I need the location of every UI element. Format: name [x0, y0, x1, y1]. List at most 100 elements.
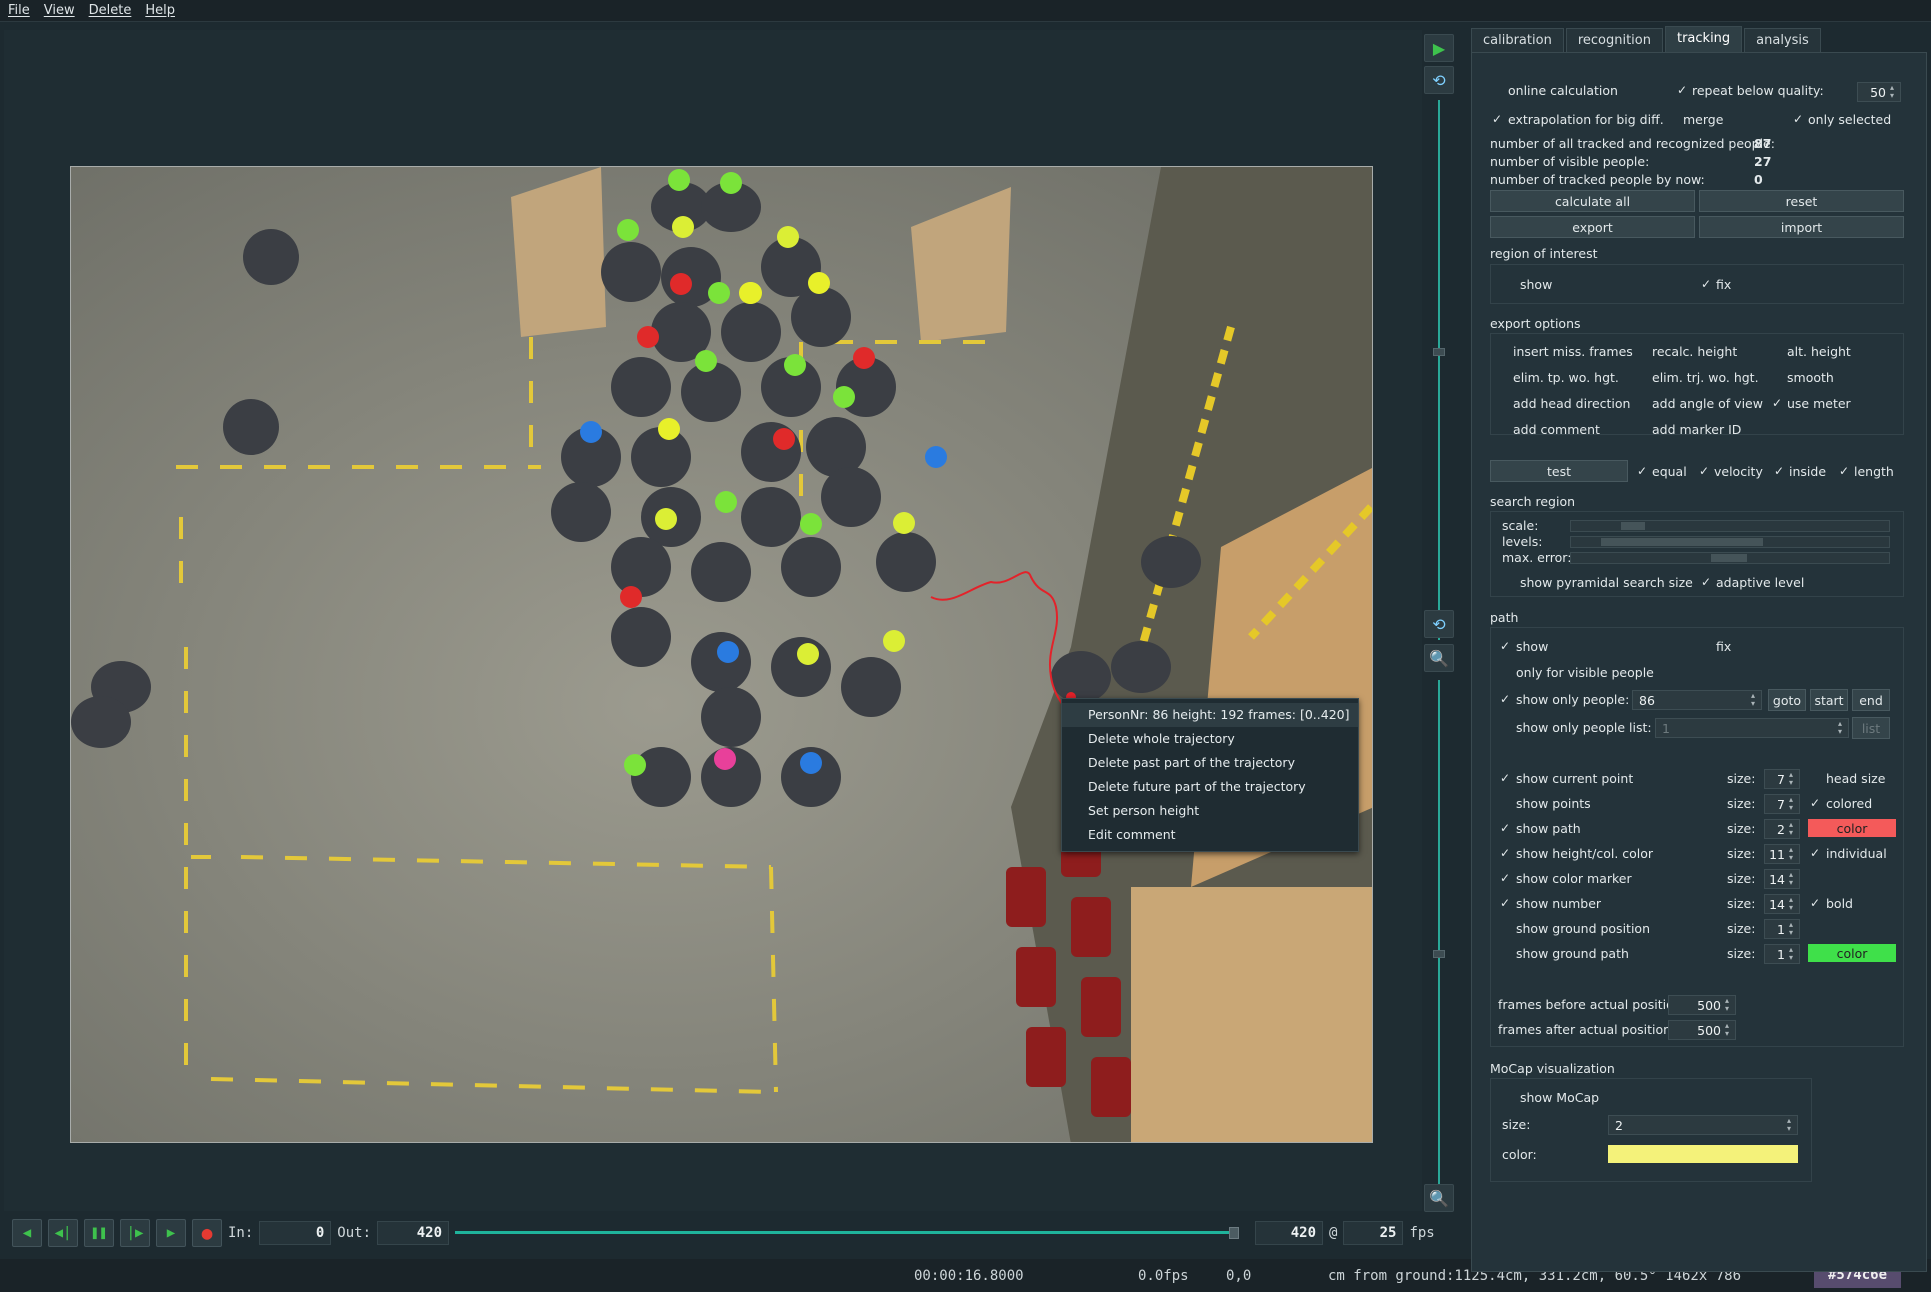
out-field[interactable]: 420 — [377, 1221, 450, 1245]
test-button[interactable]: test — [1490, 460, 1628, 482]
step-back-icon[interactable]: ◀| — [48, 1219, 78, 1247]
repeat-quality-checkbox[interactable]: ✓ — [1675, 83, 1689, 97]
fit-view-icon[interactable]: ⟲ — [1424, 610, 1454, 638]
zoom-slider-handle[interactable] — [1433, 950, 1445, 958]
people-list-field[interactable]: 1 — [1655, 718, 1849, 738]
frames-after-spinbox[interactable]: 500 — [1668, 1020, 1736, 1040]
path-row-checkbox[interactable]: ✓ — [1498, 871, 1512, 885]
goto-button[interactable]: goto — [1768, 689, 1806, 711]
add-head-direction-checkbox[interactable] — [1496, 396, 1510, 410]
equal-checkbox[interactable]: ✓ — [1635, 464, 1649, 478]
max-error-slider[interactable] — [1570, 552, 1890, 564]
pause-icon[interactable]: ❚❚ — [84, 1219, 114, 1247]
path-row-size-spinbox[interactable]: 7 — [1764, 769, 1800, 789]
show-only-list-checkbox[interactable] — [1498, 720, 1512, 734]
path-row-checkbox[interactable]: ✓ — [1498, 896, 1512, 910]
show-pyramidal-checkbox[interactable] — [1502, 575, 1516, 589]
repeat-quality-spinbox[interactable]: 50 — [1857, 82, 1901, 102]
zoom-slider-track[interactable] — [1438, 680, 1440, 1210]
path-row-checkbox[interactable]: ✓ — [1498, 846, 1512, 860]
frame-field[interactable]: 420 — [1255, 1221, 1324, 1245]
path-row-checkbox[interactable]: ✓ — [1498, 821, 1512, 835]
menu-file[interactable]: File — [8, 3, 30, 18]
use-meter-checkbox[interactable]: ✓ — [1770, 396, 1784, 410]
path-row-size-spinbox[interactable]: 11 — [1764, 844, 1800, 864]
import-button[interactable]: import — [1699, 216, 1904, 238]
online-calc-checkbox[interactable] — [1490, 83, 1504, 97]
rotation-slider-track[interactable] — [1438, 100, 1440, 640]
play-icon[interactable]: ▶ — [1424, 34, 1454, 62]
video-viewer[interactable]: PersonNr: 86 height: 192 frames: [0..420… — [4, 30, 1422, 1211]
path-row-extra-checkbox[interactable]: ✓ — [1808, 896, 1822, 910]
step-forward-icon[interactable]: |▶ — [120, 1219, 150, 1247]
export-button[interactable]: export — [1490, 216, 1695, 238]
add-comment-checkbox[interactable] — [1496, 422, 1510, 436]
frames-before-spinbox[interactable]: 500 — [1668, 995, 1736, 1015]
show-mocap-checkbox[interactable] — [1502, 1090, 1516, 1104]
alt-height-checkbox[interactable] — [1770, 344, 1784, 358]
path-row-checkbox[interactable] — [1498, 946, 1512, 960]
menu-edit-comment[interactable]: Edit comment — [1062, 823, 1358, 847]
skip-start-icon[interactable]: ◀ — [12, 1219, 42, 1247]
recalc-height-checkbox[interactable] — [1635, 344, 1649, 358]
menu-view[interactable]: View — [44, 3, 75, 18]
levels-slider[interactable] — [1570, 536, 1890, 548]
start-button[interactable]: start — [1810, 689, 1848, 711]
menu-set-person-height[interactable]: Set person height — [1062, 799, 1358, 823]
zoom-in-icon[interactable]: 🔍 — [1424, 644, 1454, 672]
menu-delete-past-trajectory[interactable]: Delete past part of the trajectory — [1062, 751, 1358, 775]
smooth-checkbox[interactable] — [1770, 370, 1784, 384]
path-row-size-spinbox[interactable]: 1 — [1764, 919, 1800, 939]
tab-recognition[interactable]: recognition — [1565, 28, 1663, 52]
adaptive-level-checkbox[interactable]: ✓ — [1699, 575, 1713, 589]
path-row-color-button[interactable]: color — [1808, 944, 1896, 962]
menu-delete-future-trajectory[interactable]: Delete future part of the trajectory — [1062, 775, 1358, 799]
path-show-checkbox[interactable]: ✓ — [1498, 639, 1512, 653]
end-button[interactable]: end — [1852, 689, 1890, 711]
tab-tracking[interactable]: tracking — [1664, 26, 1743, 52]
tab-calibration[interactable]: calibration — [1471, 28, 1564, 52]
path-row-color-button[interactable]: color — [1808, 819, 1896, 837]
camera-frame[interactable] — [70, 166, 1373, 1143]
frame-slider-knob[interactable] — [1229, 1227, 1240, 1239]
roi-fix-checkbox[interactable]: ✓ — [1699, 277, 1713, 291]
in-field[interactable]: 0 — [259, 1221, 332, 1245]
extrapolation-checkbox[interactable]: ✓ — [1490, 112, 1504, 126]
only-visible-checkbox[interactable] — [1498, 665, 1512, 679]
add-angle-checkbox[interactable] — [1635, 396, 1649, 410]
fps-field[interactable]: 25 — [1343, 1221, 1404, 1245]
mocap-color-swatch[interactable] — [1608, 1145, 1798, 1163]
path-row-size-spinbox[interactable]: 14 — [1764, 894, 1800, 914]
velocity-checkbox[interactable]: ✓ — [1697, 464, 1711, 478]
path-row-checkbox[interactable] — [1498, 921, 1512, 935]
reset-button[interactable]: reset — [1699, 190, 1904, 212]
only-people-spinbox[interactable]: 86 — [1632, 690, 1762, 710]
frame-slider[interactable] — [455, 1221, 1240, 1245]
rotate-view-icon[interactable]: ⟲ — [1424, 66, 1454, 94]
path-row-size-spinbox[interactable]: 1 — [1764, 944, 1800, 964]
list-button[interactable]: list — [1852, 717, 1890, 739]
path-row-size-spinbox[interactable]: 2 — [1764, 819, 1800, 839]
insert-miss-frames-checkbox[interactable] — [1496, 344, 1510, 358]
path-row-checkbox[interactable] — [1498, 796, 1512, 810]
zoom-out-icon[interactable]: 🔍 — [1424, 1184, 1454, 1212]
elim-trj-checkbox[interactable] — [1635, 370, 1649, 384]
calculate-all-button[interactable]: calculate all — [1490, 190, 1695, 212]
path-row-extra-checkbox[interactable]: ✓ — [1808, 796, 1822, 810]
scale-slider[interactable] — [1570, 520, 1890, 532]
length-checkbox[interactable]: ✓ — [1837, 464, 1851, 478]
menu-delete[interactable]: Delete — [89, 3, 132, 18]
path-row-extra-checkbox[interactable] — [1808, 771, 1822, 785]
path-row-size-spinbox[interactable]: 7 — [1764, 794, 1800, 814]
menu-delete-whole-trajectory[interactable]: Delete whole trajectory — [1062, 727, 1358, 751]
path-row-checkbox[interactable]: ✓ — [1498, 771, 1512, 785]
status-coord[interactable]: 0,0 — [1226, 1268, 1251, 1284]
elim-tp-checkbox[interactable] — [1496, 370, 1510, 384]
menu-help[interactable]: Help — [145, 3, 175, 18]
merge-checkbox[interactable] — [1670, 112, 1684, 126]
path-row-extra-checkbox[interactable]: ✓ — [1808, 846, 1822, 860]
roi-show-checkbox[interactable] — [1500, 277, 1514, 291]
add-marker-id-checkbox[interactable] — [1635, 422, 1649, 436]
path-fix-checkbox[interactable] — [1698, 639, 1712, 653]
show-only-people-checkbox[interactable]: ✓ — [1498, 692, 1512, 706]
